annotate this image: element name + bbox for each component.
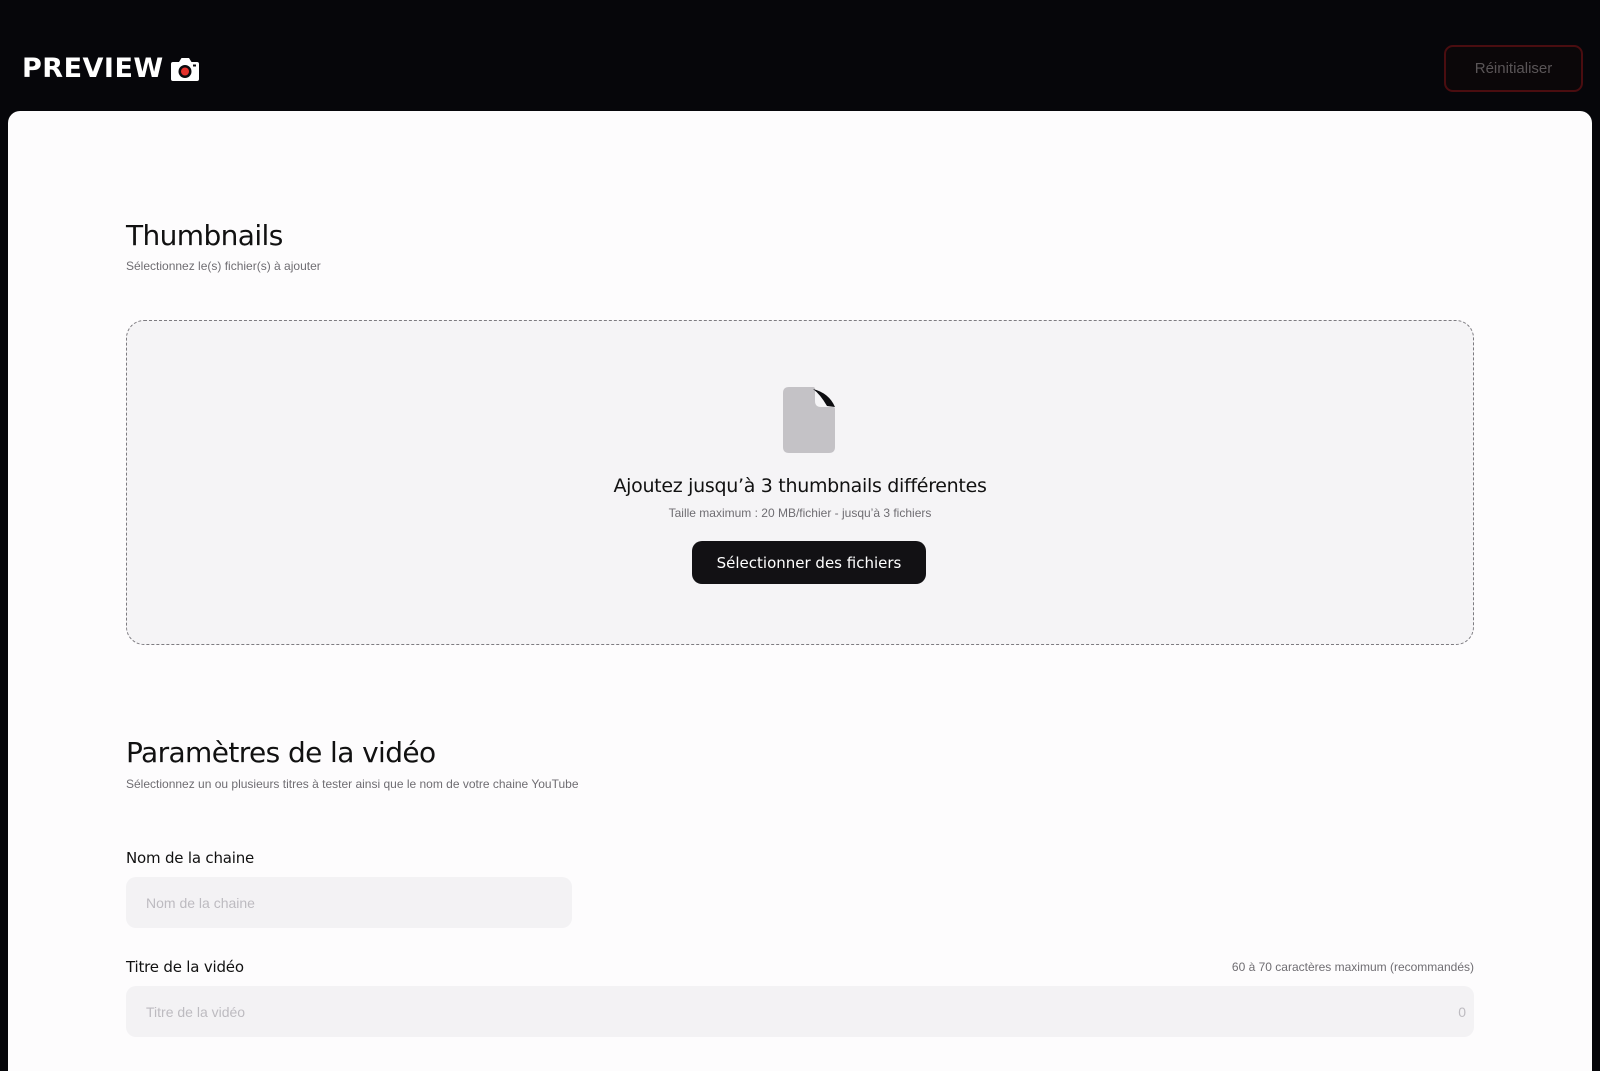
channel-name-input[interactable] — [126, 877, 572, 928]
video-title-input[interactable] — [126, 986, 1474, 1037]
character-counter: 0 — [1458, 1004, 1466, 1020]
video-settings-subtitle: Sélectionnez un ou plusieurs titres à te… — [126, 777, 579, 791]
thumbnails-subtitle: Sélectionnez le(s) fichier(s) à ajouter — [126, 259, 321, 273]
dropzone-title: Ajoutez jusqu’à 3 thumbnails différentes — [613, 475, 987, 497]
video-title-hint: 60 à 70 caractères maximum (recommandés) — [1231, 960, 1474, 974]
thumbnails-title: Thumbnails — [126, 219, 283, 252]
logo[interactable]: PREVIEW — [22, 54, 200, 84]
reset-button[interactable]: Réinitialiser — [1444, 45, 1583, 92]
video-settings-title: Paramètres de la vidéo — [126, 736, 436, 769]
video-title-label: Titre de la vidéo — [126, 958, 244, 976]
file-icon — [783, 387, 835, 453]
select-files-button[interactable]: Sélectionner des fichiers — [692, 541, 926, 584]
thumbnail-dropzone[interactable]: Ajoutez jusqu’à 3 thumbnails différentes… — [126, 320, 1474, 645]
dropzone-subtitle: Taille maximum : 20 MB/fichier - jusqu’à… — [668, 506, 932, 520]
camera-icon — [170, 58, 199, 81]
channel-name-label: Nom de la chaine — [126, 849, 255, 867]
main-card: Thumbnails Sélectionnez le(s) fichier(s)… — [8, 111, 1592, 1071]
top-bar: PREVIEW Réinitialiser — [0, 0, 1600, 110]
logo-text: PREVIEW — [22, 53, 164, 84]
